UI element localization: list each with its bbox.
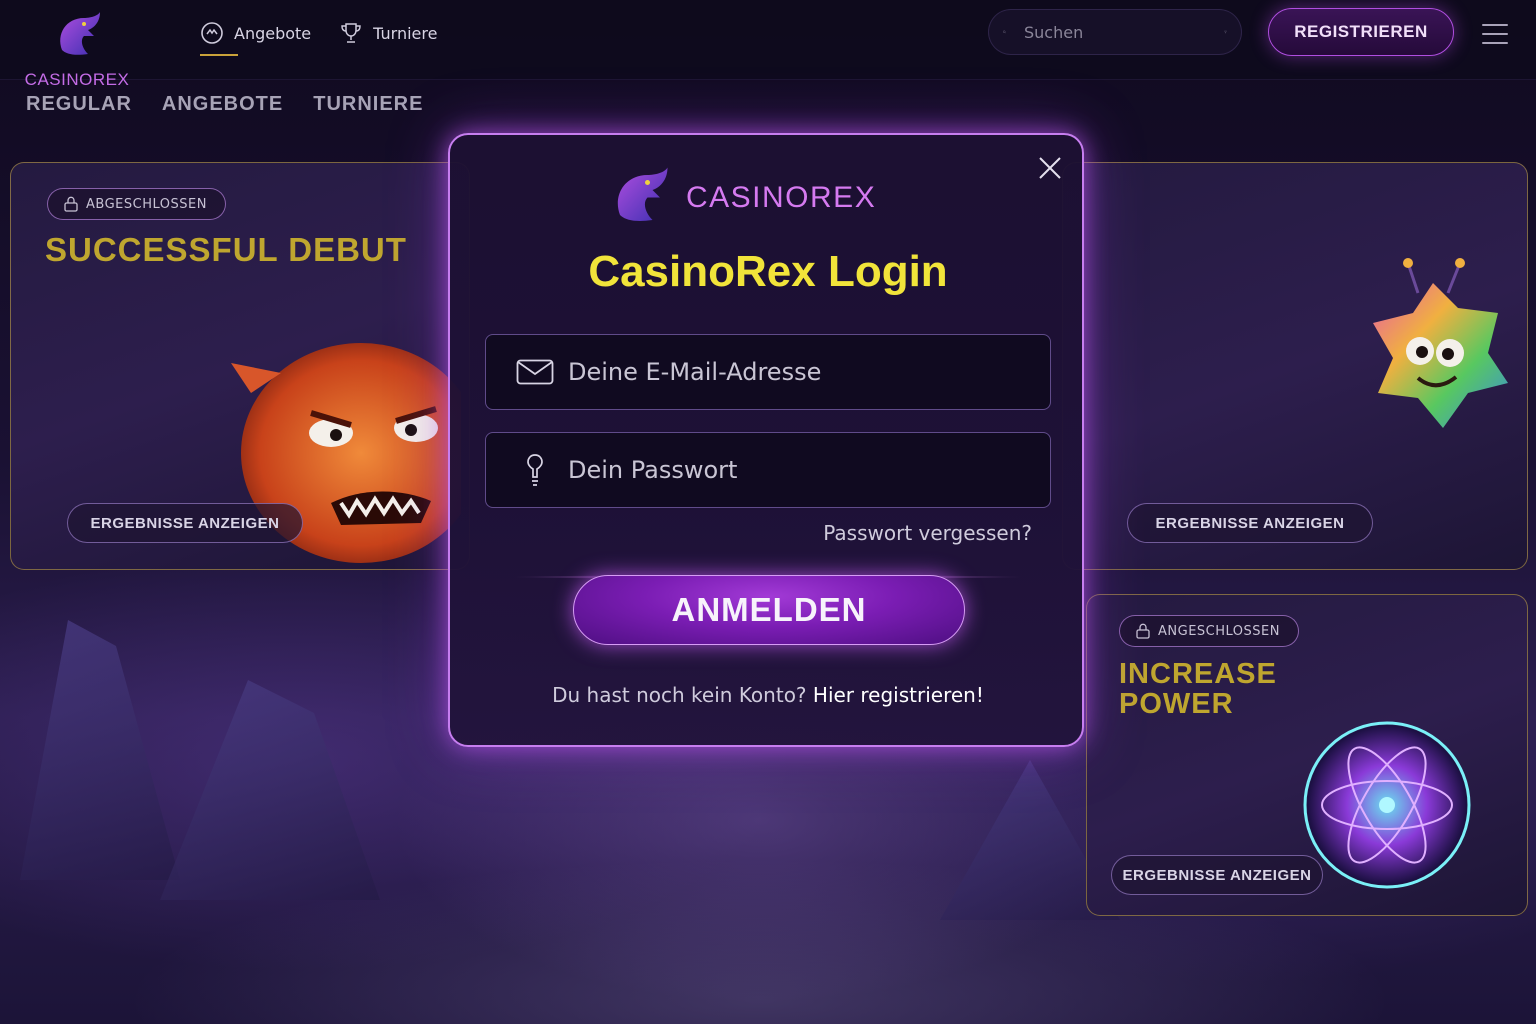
rock-formation [160,680,380,900]
login-button[interactable]: ANMELDEN [573,575,965,645]
top-nav: Angebote Turniere [200,18,437,56]
card-title: INCREASE POWER [1119,659,1277,720]
tab-turniere[interactable]: TURNIERE [313,93,423,116]
email-input[interactable] [568,358,1050,386]
tab-angebote[interactable]: ANGEBOTE [162,93,283,116]
card-title-line: INCREASE [1119,658,1277,690]
register-button[interactable]: REGISTRIEREN [1268,8,1454,56]
nav-item-turniere[interactable]: Turniere [339,18,437,48]
dragon-logo-icon [60,12,100,55]
search-input[interactable] [1024,22,1224,42]
top-header: CASINOREX Angebote Turniere R [0,0,1536,89]
close-icon [1039,156,1061,179]
email-field [485,334,1051,410]
key-icon [527,454,543,486]
tournament-card: ABGESCHLOSSEN SUCCESSFUL DEBUT ERGEBNISS… [10,162,470,570]
password-field [485,432,1051,508]
offers-icon [201,22,223,44]
tab-regular[interactable]: REGULAR [26,93,132,116]
tournament-card: ANGESCHLOSSEN INCREASE POWER ERGEBNISSE … [1086,594,1528,916]
trophy-icon [341,23,361,43]
no-account-text: Du hast noch kein Konto? [552,683,807,707]
menu-icon[interactable] [1482,24,1508,44]
close-button[interactable] [1034,153,1066,185]
rock-formation [20,620,180,880]
forgot-password-link[interactable]: Passwort vergessen? [823,521,1032,545]
card-title-line: POWER [1119,688,1234,721]
category-tabs: REGULAR ANGEBOTE TURNIERE [26,93,423,116]
show-results-button[interactable]: ERGEBNISSE ANZEIGEN [1111,855,1323,895]
modal-logo-text: CASINOREX [686,181,877,214]
nav-label: Turniere [373,23,438,43]
login-modal: CASINOREX CasinoRex Login Passwort verge… [448,133,1084,747]
register-link[interactable]: Hier registrieren! [813,683,984,707]
alien-creature-illustration [1373,258,1508,428]
lock-icon [64,196,78,212]
casinorex-logo[interactable]: CASINOREX [18,10,138,89]
search-icon [1003,30,1006,34]
modal-title: CasinoRex Login [588,247,948,296]
status-badge: ABGESCHLOSSEN [47,188,226,220]
register-prompt: Du hast noch kein Konto? Hier registrier… [450,683,1086,707]
badge-label: ABGESCHLOSSEN [86,196,207,212]
tournament-card: ERGEBNISSE ANZEIGEN [1062,162,1528,570]
nav-item-angebote[interactable]: Angebote [200,18,312,56]
logo-text: CASINOREX [24,70,130,89]
password-input[interactable] [568,456,1050,484]
show-results-button[interactable]: ERGEBNISSE ANZEIGEN [67,503,303,543]
dragon-logo-icon [617,167,668,221]
show-results-button[interactable]: ERGEBNISSE ANZEIGEN [1127,503,1373,543]
card-title: SUCCESSFUL DEBUT [45,231,407,268]
mail-icon [516,359,554,385]
search-bar [988,9,1242,55]
badge-label: ANGESCHLOSSEN [1158,623,1280,639]
lock-icon [1136,623,1150,639]
nav-label: Angebote [234,23,312,43]
status-badge: ANGESCHLOSSEN [1119,615,1299,647]
modal-logo: CASINOREX [610,165,900,229]
filter-icon[interactable] [1224,22,1227,42]
